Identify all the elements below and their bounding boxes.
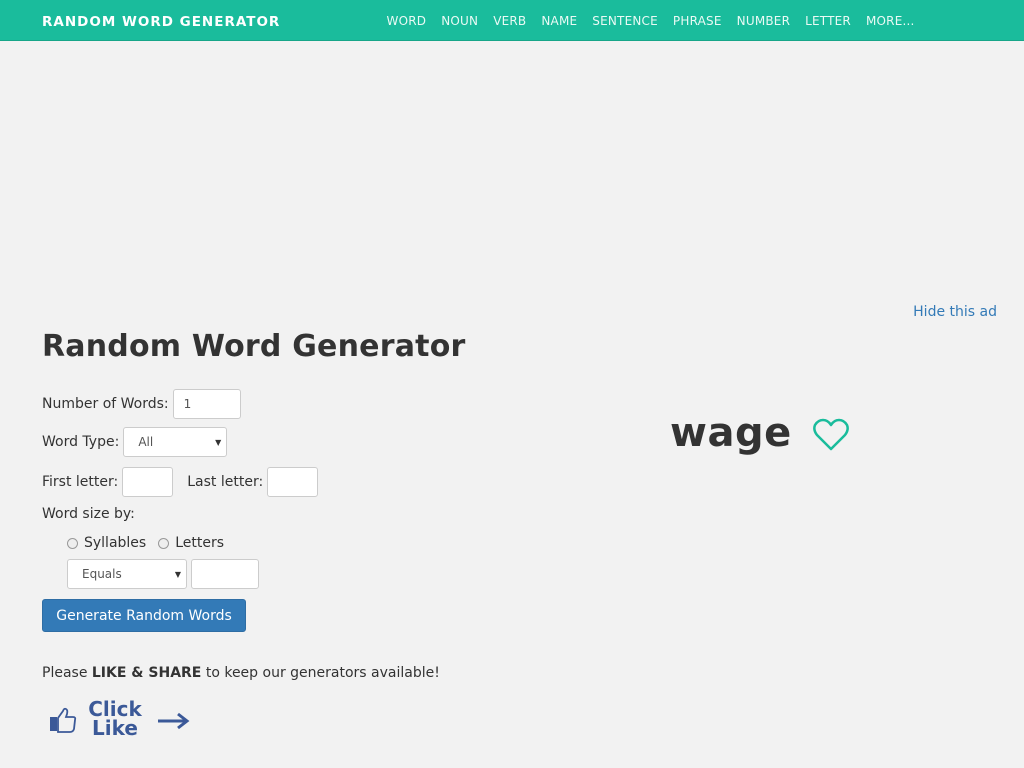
- share-message: Please LIKE & SHARE to keep our generato…: [42, 665, 440, 681]
- word-type-label: Word Type:: [42, 434, 120, 450]
- dropdown-arrow-icon: ▼: [174, 570, 181, 579]
- nav-name[interactable]: NAME: [534, 14, 585, 28]
- share-prefix: Please: [42, 665, 92, 681]
- arrow-right-icon: [158, 712, 190, 730]
- generate-button[interactable]: Generate Random Words: [42, 599, 246, 632]
- generated-word: wage: [670, 410, 792, 456]
- page-title: Random Word Generator: [42, 329, 466, 364]
- nav-sentence[interactable]: SENTENCE: [585, 14, 666, 28]
- size-value-input[interactable]: [191, 559, 259, 589]
- word-type-select[interactable]: All ▼: [123, 427, 228, 457]
- click-like-text: Click Like: [86, 699, 144, 740]
- num-words-label: Number of Words:: [42, 396, 169, 412]
- heart-outline-icon[interactable]: [812, 418, 850, 452]
- word-size-label: Word size by:: [42, 506, 135, 522]
- share-suffix: to keep our generators available!: [201, 665, 440, 681]
- first-letter-label: First letter:: [42, 474, 119, 490]
- first-letter-input[interactable]: [122, 467, 174, 497]
- nav-phrase[interactable]: PHRASE: [665, 14, 729, 28]
- nav-letter[interactable]: LETTER: [798, 14, 859, 28]
- size-comparison-value: Equals: [82, 567, 122, 581]
- nav-links: WORD NOUN VERB NAME SENTENCE PHRASE NUMB…: [379, 14, 922, 28]
- nav-number[interactable]: NUMBER: [729, 14, 797, 28]
- thumbs-up-icon: [50, 707, 77, 733]
- nav-more[interactable]: MORE...: [858, 14, 922, 28]
- hide-ad-link[interactable]: Hide this ad: [913, 304, 997, 320]
- nav-verb[interactable]: VERB: [486, 14, 534, 28]
- syllables-label: Syllables: [84, 535, 147, 551]
- top-navbar: RANDOM WORD GENERATOR WORD NOUN VERB NAM…: [0, 0, 1024, 41]
- nav-word[interactable]: WORD: [379, 14, 434, 28]
- nav-noun[interactable]: NOUN: [434, 14, 486, 28]
- letters-radio[interactable]: [158, 537, 170, 549]
- brand-logo-link[interactable]: RANDOM WORD GENERATOR: [42, 14, 280, 30]
- last-letter-label: Last letter:: [187, 474, 264, 490]
- dropdown-arrow-icon: ▼: [215, 438, 222, 447]
- syllables-radio[interactable]: [67, 537, 78, 549]
- share-bold: LIKE & SHARE: [91, 665, 202, 681]
- num-words-input[interactable]: [172, 389, 241, 419]
- letters-label: Letters: [175, 535, 225, 551]
- click-like-button[interactable]: Click Like: [48, 699, 193, 742]
- size-comparison-select[interactable]: Equals ▼: [67, 559, 187, 589]
- last-letter-input[interactable]: [267, 467, 319, 497]
- result-area: wage: [670, 410, 850, 456]
- word-type-value: All: [138, 435, 154, 449]
- click-like-line2: Like: [92, 716, 138, 740]
